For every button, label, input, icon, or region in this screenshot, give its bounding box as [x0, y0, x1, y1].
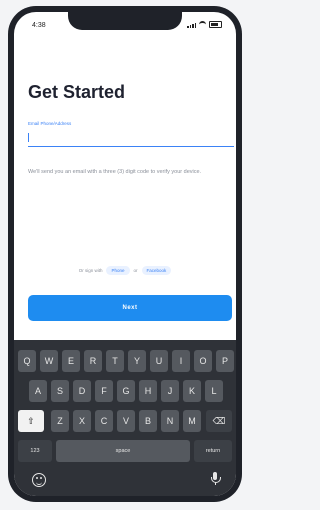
phone-device: 4:38 Get Started Email Phone/Address We'… [8, 6, 242, 502]
key-o[interactable]: O [194, 350, 212, 372]
key-q[interactable]: Q [18, 350, 36, 372]
signin-row: Or sign with Phone or Facebook [14, 266, 236, 275]
status-icons [187, 21, 222, 28]
key-r[interactable]: R [84, 350, 102, 372]
status-time: 4:38 [32, 22, 46, 29]
page-title: Get Started [28, 82, 126, 102]
microphone-icon[interactable] [210, 472, 221, 486]
phone-notch [68, 12, 182, 30]
key-x[interactable]: X [73, 410, 91, 432]
info-text: We'll send you an email with a three (3)… [28, 169, 202, 175]
text-caret [28, 133, 29, 142]
key-f[interactable]: F [95, 380, 113, 402]
key-s[interactable]: S [51, 380, 69, 402]
key-d[interactable]: D [73, 380, 91, 402]
key-t[interactable]: T [106, 350, 124, 372]
key-l[interactable]: L [205, 380, 223, 402]
key-y[interactable]: Y [128, 350, 146, 372]
key-g[interactable]: G [117, 380, 135, 402]
shift-icon[interactable]: ⇧ [18, 410, 44, 432]
signin-facebook-button[interactable]: Facebook [141, 266, 172, 275]
key-w[interactable]: W [40, 350, 58, 372]
backspace-icon[interactable]: ⌫ [206, 410, 232, 432]
key-v[interactable]: V [117, 410, 135, 432]
email-field[interactable] [28, 130, 234, 147]
signal-icon [187, 22, 196, 28]
return-key[interactable]: return [194, 440, 232, 462]
key-c[interactable]: C [95, 410, 113, 432]
battery-icon [209, 21, 222, 28]
key-k[interactable]: K [183, 380, 201, 402]
space-key[interactable]: space [56, 440, 190, 462]
key-u[interactable]: U [150, 350, 168, 372]
key-p[interactable]: P [216, 350, 234, 372]
phone-screen: 4:38 Get Started Email Phone/Address We'… [14, 12, 236, 496]
email-field-label: Email Phone/Address [28, 121, 72, 126]
key-n[interactable]: N [161, 410, 179, 432]
key-z[interactable]: Z [51, 410, 69, 432]
key-e[interactable]: E [62, 350, 80, 372]
wifi-icon [199, 21, 206, 28]
key-j[interactable]: J [161, 380, 179, 402]
next-button[interactable]: Next [28, 295, 232, 321]
key-m[interactable]: M [183, 410, 201, 432]
signin-separator: or [133, 268, 138, 273]
key-h[interactable]: H [139, 380, 157, 402]
key-b[interactable]: B [139, 410, 157, 432]
keyboard: Q W E R T Y U I O P A S D F G H J K L ⇧ … [14, 340, 236, 496]
num-key[interactable]: 123 [18, 440, 52, 462]
signin-prefix: Or sign with [78, 268, 103, 273]
key-i[interactable]: I [172, 350, 190, 372]
signin-phone-button[interactable]: Phone [106, 266, 130, 275]
key-a[interactable]: A [29, 380, 47, 402]
emoji-icon[interactable] [32, 473, 46, 487]
